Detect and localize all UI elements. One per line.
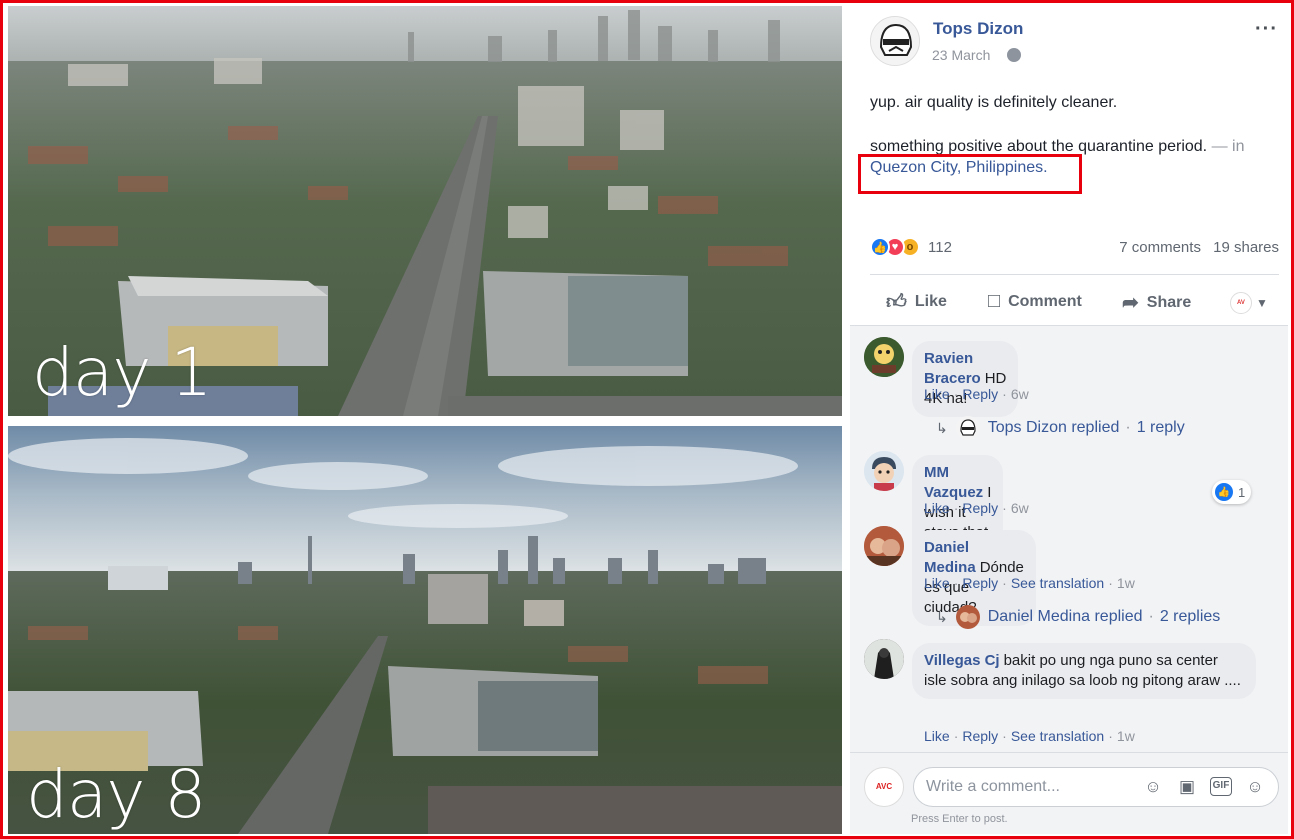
day-1-caption: day 1 bbox=[32, 334, 212, 411]
speech-bubble-icon: □ bbox=[988, 290, 1001, 312]
commenter-avatar[interactable] bbox=[864, 639, 904, 679]
reply-count[interactable]: 1 reply bbox=[1137, 419, 1185, 437]
composer-icons: ☺ ▣ GIF ☺ bbox=[1142, 777, 1266, 797]
comment-like-link[interactable]: Like bbox=[924, 728, 950, 744]
cartoon-face-avatar-icon bbox=[864, 451, 904, 491]
commenter-name-link[interactable]: Daniel Medina bbox=[924, 539, 976, 576]
post-text-line-1: yup. air quality is definitely cleaner. bbox=[870, 94, 1118, 111]
view-replies-link[interactable]: ↳ Daniel Medina replied · 2 replies bbox=[936, 605, 1220, 629]
comment-meta: Like · Reply · See translation · 1w bbox=[924, 575, 1135, 591]
author-avatar[interactable] bbox=[870, 16, 920, 66]
comment-like-badge[interactable]: 👍 1 bbox=[1212, 480, 1252, 504]
commenter-avatar[interactable] bbox=[864, 526, 904, 566]
post-photo[interactable]: day 1 day 8 bbox=[8, 6, 842, 834]
reply-count[interactable]: 2 replies bbox=[1160, 608, 1220, 626]
share-button[interactable]: ➦ Share bbox=[1122, 290, 1191, 315]
comment-button[interactable]: □ Comment bbox=[988, 290, 1082, 313]
share-arrow-icon: ➦ bbox=[1122, 292, 1139, 314]
like-reaction-icon: 👍 bbox=[870, 237, 890, 257]
camera-icon[interactable]: ▣ bbox=[1176, 777, 1198, 797]
stormtrooper-avatar-icon bbox=[955, 416, 980, 440]
author-name-link[interactable]: Tops Dizon bbox=[933, 19, 1023, 39]
post-text-line-2-body: something positive about the quarantine … bbox=[870, 138, 1208, 155]
comment-meta: Like · Reply · 6w bbox=[924, 500, 1029, 516]
location-prefix: — in bbox=[1211, 138, 1245, 155]
press-enter-hint: Press Enter to post. bbox=[911, 813, 1008, 825]
like-button-label: Like bbox=[914, 293, 947, 310]
replied-by[interactable]: Tops Dizon replied bbox=[988, 419, 1120, 437]
thumbs-up-icon: 👍︎ bbox=[886, 291, 907, 313]
comment-bubble: Villegas Cj bakit po ung nga puno sa cent… bbox=[912, 643, 1256, 699]
comment-reply-link[interactable]: Reply bbox=[962, 386, 998, 402]
post-date[interactable]: 23 March bbox=[932, 47, 990, 63]
comment-reply-link[interactable]: Reply bbox=[962, 575, 998, 591]
cartoon-avatar-icon bbox=[864, 337, 904, 377]
photo-day-1[interactable]: day 1 bbox=[8, 6, 842, 416]
photo-avatar-icon bbox=[864, 526, 904, 566]
public-globe-icon bbox=[1007, 48, 1021, 62]
comment-button-label: Comment bbox=[1008, 292, 1082, 310]
replier-avatar bbox=[955, 605, 980, 629]
comment-meta: Like · Reply · 6w bbox=[924, 386, 1029, 402]
photo-avatar-icon bbox=[864, 639, 904, 679]
page-avatar-small: AV bbox=[1230, 292, 1252, 314]
comment-like-link[interactable]: Like bbox=[924, 386, 950, 402]
emoji-icon[interactable]: ☺ bbox=[1142, 777, 1164, 797]
comment-meta: Like · Reply · See translation · 1w bbox=[924, 728, 1135, 744]
commenter-avatar[interactable] bbox=[864, 451, 904, 491]
comment-composer: AVC ☺ ▣ GIF ☺ Press Enter to post. bbox=[850, 752, 1288, 834]
caret-down-icon: ▼ bbox=[1256, 296, 1268, 310]
reactions-summary[interactable]: 👍 ♥ o 112 bbox=[870, 235, 952, 259]
comments-count-link[interactable]: 7 comments bbox=[1119, 239, 1201, 256]
location-highlight-box bbox=[858, 154, 1082, 194]
comment-time[interactable]: 1w bbox=[1117, 575, 1135, 591]
commenter-name-link[interactable]: Ravien Bracero bbox=[924, 350, 981, 387]
comment-bubble: Ravien Bracero HD 4K na! bbox=[912, 341, 1019, 417]
post-as-selector[interactable]: AV ▼ bbox=[1230, 292, 1268, 314]
like-button[interactable]: 👍︎ Like bbox=[886, 290, 947, 314]
sticker-icon[interactable]: ☺ bbox=[1244, 777, 1266, 797]
current-user-avatar: AVC bbox=[864, 767, 904, 807]
gif-icon[interactable]: GIF bbox=[1210, 777, 1232, 796]
comment-reply-link[interactable]: Reply bbox=[962, 728, 998, 744]
replier-avatar bbox=[955, 416, 980, 440]
comment-time[interactable]: 6w bbox=[1011, 500, 1029, 516]
see-translation-link[interactable]: See translation bbox=[1011, 728, 1104, 744]
comment-like-count: 1 bbox=[1238, 484, 1246, 500]
shares-count-link[interactable]: 19 shares bbox=[1213, 239, 1279, 256]
post-actions-bar: 👍︎ Like □ Comment ➦ Share AV ▼ bbox=[870, 282, 1279, 320]
commenter-avatar[interactable] bbox=[864, 337, 904, 377]
commenter-name-link[interactable]: Villegas Cj bbox=[924, 652, 1000, 669]
share-button-label: Share bbox=[1146, 293, 1192, 311]
comment-like-link[interactable]: Like bbox=[924, 500, 950, 516]
like-reaction-icon: 👍 bbox=[1215, 483, 1233, 501]
reply-arrow-icon: ↳ bbox=[936, 608, 948, 625]
day-8-caption: day 8 bbox=[26, 756, 206, 833]
post-stats: 7 comments 19 shares bbox=[1119, 239, 1279, 256]
see-translation-link[interactable]: See translation bbox=[1011, 575, 1104, 591]
reaction-count[interactable]: 112 bbox=[928, 239, 952, 256]
comment-time[interactable]: 6w bbox=[1011, 386, 1029, 402]
stormtrooper-avatar-icon bbox=[871, 17, 919, 65]
view-replies-link[interactable]: ↳ Tops Dizon replied · 1 reply bbox=[936, 416, 1185, 440]
post-panel: Tops Dizon 23 March ··· yup. air quality… bbox=[850, 6, 1288, 834]
comment-reply-link[interactable]: Reply bbox=[962, 500, 998, 516]
reply-arrow-icon: ↳ bbox=[936, 419, 948, 436]
comment-time[interactable]: 1w bbox=[1117, 728, 1135, 744]
replied-by[interactable]: Daniel Medina replied bbox=[988, 608, 1143, 626]
comment-like-link[interactable]: Like bbox=[924, 575, 950, 591]
photo-avatar-icon bbox=[955, 605, 980, 629]
more-options-icon[interactable]: ··· bbox=[1255, 18, 1278, 41]
divider bbox=[870, 274, 1279, 275]
commenter-name-link[interactable]: MM Vazquez bbox=[924, 464, 983, 501]
photo-day-8[interactable]: day 8 bbox=[8, 426, 842, 834]
